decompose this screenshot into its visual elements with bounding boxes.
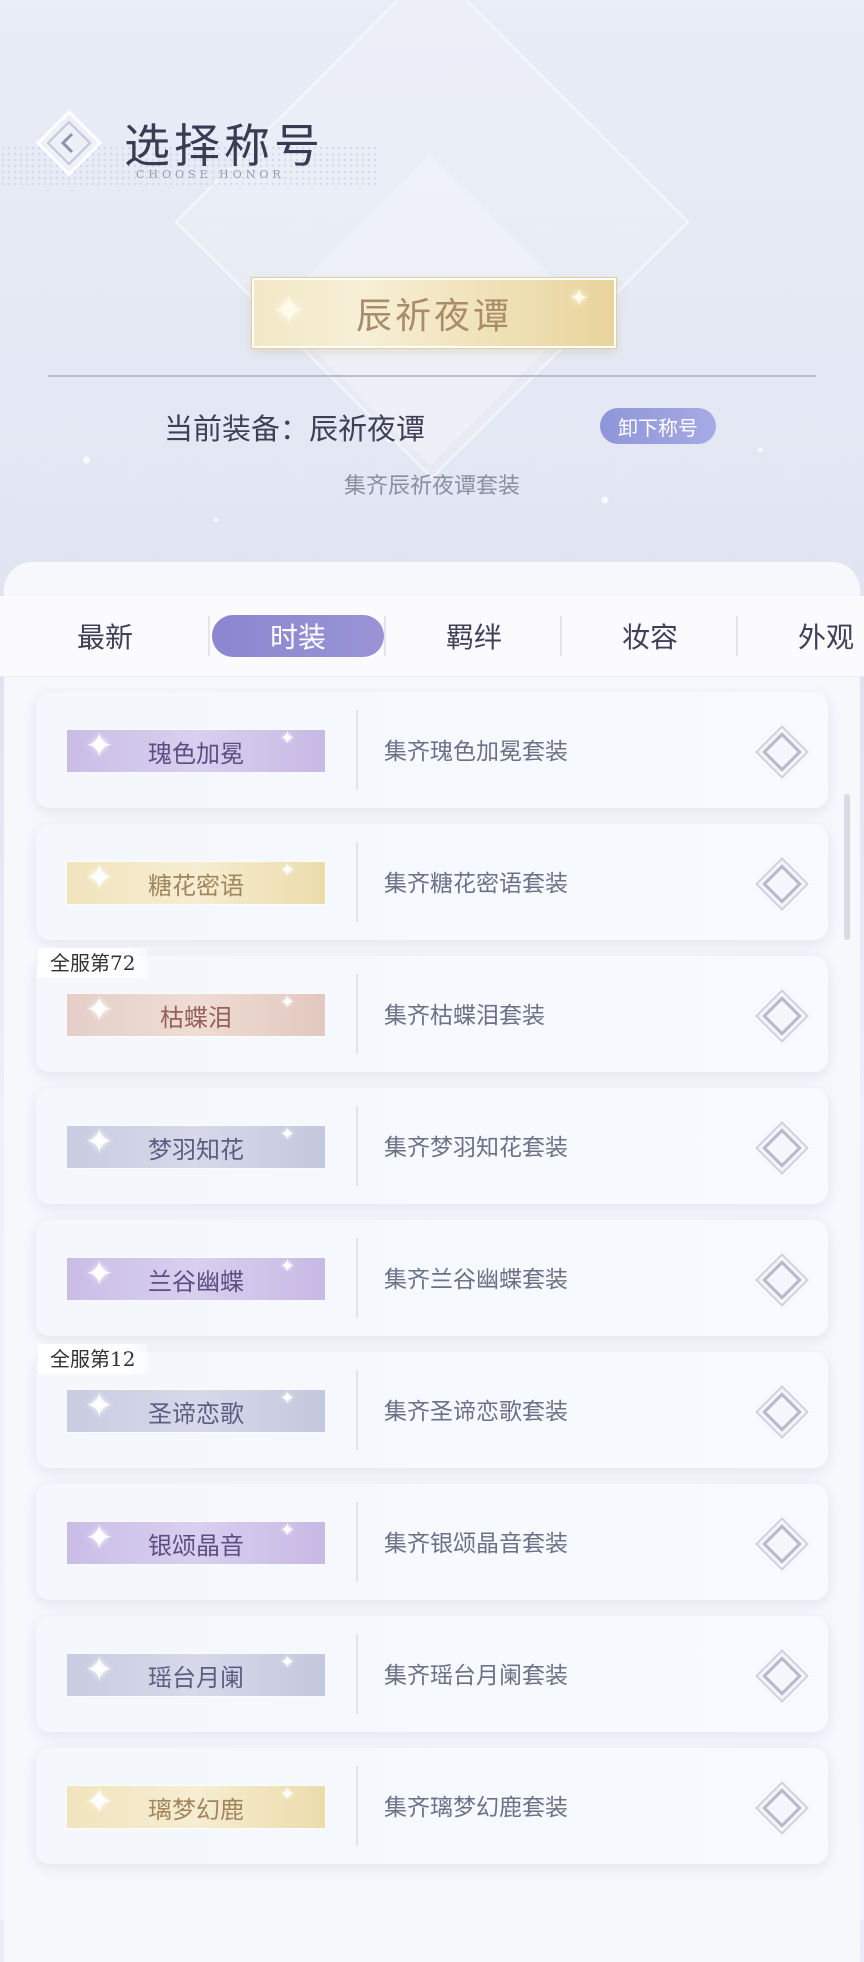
- equipped-title-text: 辰祈夜谭: [355, 296, 512, 337]
- title-badge: ✦ ✦ 银颂晶音: [66, 1518, 326, 1565]
- title-name: 瑶台月阑: [148, 1663, 244, 1692]
- tab-label: 最新: [76, 621, 133, 654]
- row-divider: [356, 1370, 358, 1450]
- sparkle-icon: ✦: [85, 858, 114, 898]
- diamond-select-icon[interactable]: [762, 996, 802, 1036]
- current-title-condition: 集齐辰祈夜谭套装: [343, 474, 520, 499]
- title-condition: 集齐璃梦幻鹿套装: [384, 1795, 568, 1821]
- tab-latest[interactable]: 最新: [0, 596, 210, 676]
- title-name: 瑰色加冕: [148, 739, 244, 768]
- sparkle-icon: ✦: [279, 1784, 295, 1805]
- sparkle-icon: ✦: [568, 284, 592, 312]
- title-badge: ✦ ✦ 璃梦幻鹿: [66, 1782, 326, 1829]
- sparkle-icon: ✦: [279, 860, 295, 881]
- title-row[interactable]: ✦ ✦ 圣谛恋歌 集齐圣谛恋歌套装 全服第12: [36, 1344, 828, 1468]
- title-badge: ✦ ✦ 圣谛恋歌: [66, 1386, 326, 1433]
- title-row[interactable]: ✦ ✦ 璃梦幻鹿 集齐璃梦幻鹿套装: [36, 1748, 828, 1864]
- tab-bond[interactable]: 羁绊: [386, 596, 562, 676]
- sparkle-icon: ✦: [85, 1254, 114, 1294]
- sparkle-icon: ✦: [85, 1782, 114, 1822]
- title-row[interactable]: ✦ ✦ 糖花密语 集齐糖花密语套装: [36, 824, 828, 940]
- title-badge: ✦ ✦ 糖花密语: [66, 858, 326, 905]
- sparkle-icon: ✦: [279, 728, 295, 749]
- title-name: 璃梦幻鹿: [148, 1795, 244, 1824]
- title-name: 银颂晶音: [148, 1531, 244, 1560]
- current-equipped-label: 当前装备：辰祈夜谭: [164, 412, 426, 446]
- page-title: 选择称号: [124, 119, 324, 173]
- diamond-select-icon[interactable]: [762, 1128, 802, 1168]
- row-divider: [356, 1634, 358, 1714]
- diamond-select-icon[interactable]: [762, 1260, 802, 1300]
- title-row[interactable]: ✦ ✦ 梦羽知花 集齐梦羽知花套装: [36, 1088, 828, 1204]
- title-badge: ✦ ✦ 瑶台月阑: [66, 1650, 326, 1697]
- back-button[interactable]: [34, 108, 104, 178]
- sparkle-icon: ✦: [272, 288, 309, 334]
- diamond-select-icon[interactable]: [762, 1524, 802, 1564]
- title-condition: 集齐枯蝶泪套装: [384, 1003, 545, 1029]
- sparkle-icon: ✦: [85, 1386, 114, 1426]
- back-arrow-icon: [35, 109, 103, 177]
- sparkle-icon: ✦: [279, 1652, 295, 1673]
- row-divider: [356, 710, 358, 790]
- row-divider: [356, 1238, 358, 1318]
- equipped-title-badge: ✦ ✦ 辰祈夜谭: [252, 278, 616, 348]
- title-condition: 集齐糖花密语套装: [384, 871, 568, 897]
- diamond-select-icon[interactable]: [762, 1656, 802, 1696]
- server-rank-tag: 全服第72: [38, 948, 148, 978]
- row-divider: [356, 1106, 358, 1186]
- title-condition: 集齐圣谛恋歌套装: [384, 1399, 568, 1425]
- title-list: ✦ ✦ 瑰色加冕 集齐瑰色加冕套装 ✦ ✦ 糖花密语 集齐糖花密语套装 ✦ ✦ 枯蝶泪 集齐枯蝶泪套装…: [36, 692, 828, 1880]
- sparkle-icon: ✦: [279, 1256, 295, 1277]
- diamond-select-icon[interactable]: [762, 864, 802, 904]
- title-name: 圣谛恋歌: [148, 1399, 244, 1428]
- tab-label: 妆容: [621, 621, 678, 654]
- title-row[interactable]: ✦ ✦ 兰谷幽蝶 集齐兰谷幽蝶套装: [36, 1220, 828, 1336]
- sparkle-icon: ✦: [85, 1122, 114, 1162]
- diamond-select-icon[interactable]: [762, 732, 802, 772]
- sparkle-icon: ✦: [85, 726, 114, 766]
- diamond-select-icon[interactable]: [762, 1392, 802, 1432]
- title-row[interactable]: ✦ ✦ 瑶台月阑 集齐瑶台月阑套装: [36, 1616, 828, 1732]
- diamond-select-icon[interactable]: [762, 1788, 802, 1828]
- title-name: 兰谷幽蝶: [148, 1267, 244, 1296]
- divider: [48, 375, 816, 377]
- sparkle-icon: ✦: [279, 1388, 295, 1409]
- title-condition: 集齐兰谷幽蝶套装: [384, 1267, 568, 1293]
- title-condition: 集齐银颂晶音套装: [384, 1531, 568, 1557]
- title-name: 糖花密语: [148, 871, 244, 900]
- tab-appearance[interactable]: 外观: [738, 596, 864, 676]
- title-badge: ✦ ✦ 瑰色加冕: [66, 726, 326, 773]
- title-badge: ✦ ✦ 兰谷幽蝶: [66, 1254, 326, 1301]
- page-subtitle: CHOOSE HONOR: [136, 168, 285, 181]
- tab-label: 外观: [797, 621, 854, 654]
- tab-makeup[interactable]: 妆容: [562, 596, 738, 676]
- title-row[interactable]: ✦ ✦ 枯蝶泪 集齐枯蝶泪套装 全服第72: [36, 948, 828, 1072]
- title-name: 枯蝶泪: [160, 1003, 232, 1032]
- title-name: 梦羽知花: [148, 1135, 244, 1164]
- title-badge: ✦ ✦ 梦羽知花: [66, 1122, 326, 1169]
- row-divider: [356, 842, 358, 922]
- row-divider: [356, 1766, 358, 1846]
- tab-fashion[interactable]: 时装: [210, 596, 386, 676]
- title-condition: 集齐瑶台月阑套装: [384, 1663, 568, 1689]
- sparkle-icon: ✦: [85, 990, 114, 1030]
- title-condition: 集齐瑰色加冕套装: [384, 739, 568, 765]
- unequip-title-button[interactable]: 卸下称号: [600, 408, 716, 444]
- sparkle-icon: ✦: [279, 1124, 295, 1145]
- server-rank-tag: 全服第12: [38, 1344, 148, 1374]
- list-scrollbar[interactable]: [844, 794, 850, 940]
- title-row[interactable]: ✦ ✦ 银颂晶音 集齐银颂晶音套装: [36, 1484, 828, 1600]
- tab-label: 羁绊: [445, 621, 502, 654]
- sparkle-icon: ✦: [279, 992, 295, 1013]
- title-row[interactable]: ✦ ✦ 瑰色加冕 集齐瑰色加冕套装: [36, 692, 828, 808]
- tab-label: 时装: [212, 615, 384, 657]
- sparkle-icon: ✦: [85, 1650, 114, 1690]
- title-condition: 集齐梦羽知花套装: [384, 1135, 568, 1161]
- row-divider: [356, 1502, 358, 1582]
- sparkle-icon: ✦: [85, 1518, 114, 1558]
- sparkle-icon: ✦: [279, 1520, 295, 1541]
- title-badge: ✦ ✦ 枯蝶泪: [66, 990, 326, 1037]
- row-divider: [356, 974, 358, 1054]
- category-tabs: 最新 时装 羁绊 妆容 外观: [0, 596, 864, 677]
